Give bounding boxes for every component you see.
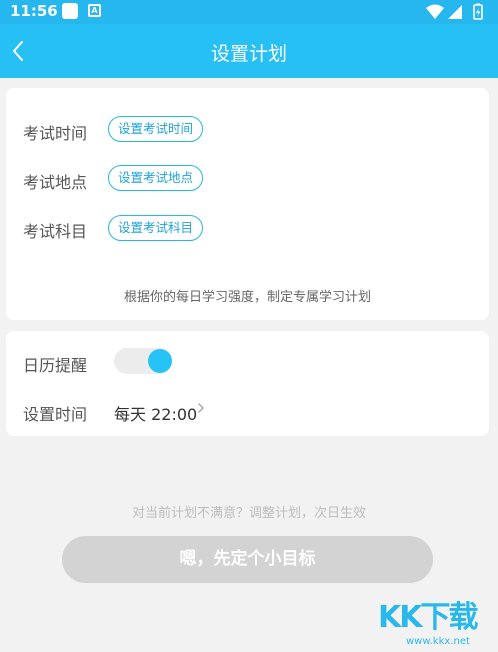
exam-subject-label: 考试科目: [23, 222, 88, 241]
exam-location-label: 考试地点: [23, 173, 88, 192]
set-time-label: 设置时间: [23, 405, 88, 424]
exam-time-label: 考试时间: [23, 124, 88, 143]
wifi-icon: [426, 4, 444, 19]
exam-plan-card: 考试时间 设置考试时间 考试地点 设置考试地点 考试科目 设置考试科目 根据你的…: [6, 88, 489, 320]
set-goal-button[interactable]: 嗯，先定个小目标: [62, 536, 433, 583]
signal-icon: [448, 5, 462, 19]
toggle-knob: [148, 349, 172, 373]
watermark-url: www.kkx.net: [406, 636, 470, 647]
app-notification-icon: A: [88, 4, 101, 17]
plan-hint: 根据你的每日学习强度，制定专属学习计划: [123, 290, 371, 305]
calendar-card: 日历提醒 设置时间 每天 22:00: [6, 331, 489, 436]
watermark-text: KK下载: [378, 600, 478, 635]
watermark-logo: KK下载 www.kkx.net: [378, 592, 494, 650]
adjust-plan-hint: 对当前计划不满意？调整计划，次日生效: [131, 506, 366, 521]
reminder-time-value[interactable]: 每天 22:00: [114, 401, 197, 425]
set-exam-subject-button[interactable]: 设置考试科目: [108, 215, 204, 241]
set-exam-location-button[interactable]: 设置考试地点: [108, 165, 204, 191]
calendar-reminder-toggle[interactable]: [114, 348, 172, 374]
notification-icon: [62, 3, 78, 19]
page-title: 设置计划: [210, 43, 287, 65]
status-bar: 11:56 A: [0, 0, 498, 24]
status-time: 11:56: [10, 2, 58, 20]
status-icons: [426, 3, 483, 20]
set-exam-time-button[interactable]: 设置考试时间: [108, 116, 204, 142]
calendar-reminder-label: 日历提醒: [23, 356, 88, 375]
chevron-right-icon[interactable]: [196, 401, 206, 415]
nav-bar: 设置计划: [0, 24, 498, 78]
